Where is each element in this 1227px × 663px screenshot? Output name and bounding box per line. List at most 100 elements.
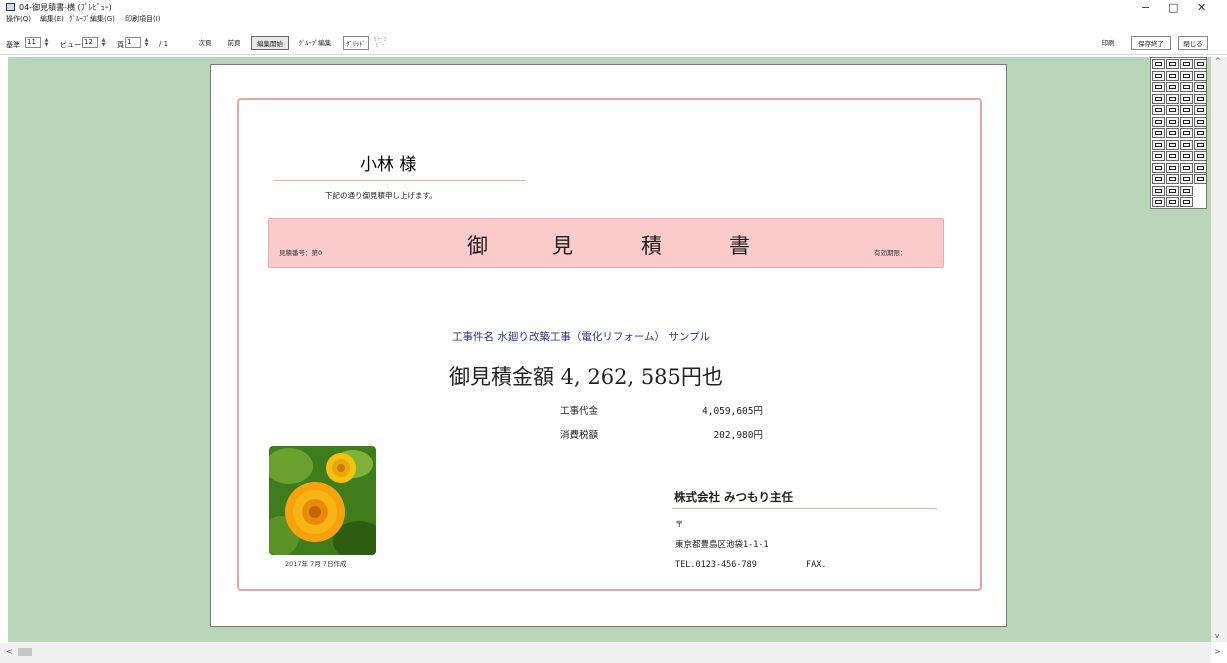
palette-tool-icon[interactable] (1166, 151, 1179, 161)
palette-tool-icon[interactable] (1166, 185, 1179, 196)
palette-tool-icon[interactable] (1194, 128, 1207, 138)
palette-tool-icon[interactable] (1180, 70, 1193, 81)
prev-page-button[interactable]: 前頁 (224, 36, 244, 50)
palette-tool-icon[interactable] (1180, 82, 1193, 92)
palette-tool-icon[interactable] (1180, 139, 1193, 150)
grid-button[interactable]: ｸﾞﾘｯﾄﾞ (343, 36, 369, 50)
palette-tool-icon[interactable] (1194, 116, 1207, 127)
palette-tool-icon[interactable] (1152, 162, 1165, 173)
palette-tool-icon[interactable] (1152, 185, 1165, 196)
palette-tool-icon[interactable] (1166, 139, 1179, 150)
palette-tool-icon[interactable] (1194, 162, 1207, 173)
company-tel: TEL.0123-456-789 (675, 560, 757, 570)
construction-cost-value: 4,059,605円 (702, 406, 763, 417)
palette-tool-icon[interactable] (1194, 151, 1207, 161)
postal-mark: 〒 (675, 520, 684, 530)
palette-tool-icon[interactable] (1194, 139, 1207, 150)
menu-print-items[interactable]: 印刷項目(I) (125, 14, 161, 24)
palette-tool-icon[interactable] (1166, 105, 1179, 115)
tax-label: 消費税額 (560, 430, 599, 441)
doc-title-char: 御 (467, 234, 488, 258)
palette-tool-icon[interactable] (1166, 70, 1179, 81)
edit-start-button[interactable]: 編集開始 (251, 36, 289, 50)
palette-tool-icon[interactable] (1180, 151, 1193, 161)
palette-tool-icon[interactable] (1180, 105, 1193, 115)
palette-tool-icon[interactable] (1166, 128, 1179, 138)
scroll-left-icon[interactable]: < (6, 647, 13, 656)
palette-tool-icon[interactable] (1152, 82, 1165, 92)
page-total: / 1 (159, 40, 169, 48)
creation-date: 2017年 7月 7日作成 (285, 560, 347, 568)
palette-tool-icon[interactable] (1180, 197, 1193, 207)
palette-tool-icon[interactable] (1194, 82, 1207, 92)
palette-tool-icon[interactable] (1152, 59, 1165, 69)
palette-tool-icon[interactable] (1152, 174, 1165, 184)
palette-tool-icon[interactable] (1152, 197, 1165, 207)
view-label: ビュー (60, 41, 81, 49)
palette-tool-icon[interactable] (1152, 93, 1165, 104)
palette-tool-icon[interactable] (1180, 185, 1193, 196)
palette-tool-icon[interactable] (1180, 162, 1193, 173)
page-spinner[interactable]: 1 (125, 37, 141, 48)
company-underline (672, 508, 937, 509)
palette-tool-icon[interactable] (1166, 93, 1179, 104)
palette-tool-icon[interactable] (1166, 197, 1179, 207)
scroll-right-icon[interactable]: > (1214, 647, 1221, 656)
palette-tool-icon[interactable] (1152, 105, 1165, 115)
doc-title-char: 書 (729, 234, 750, 258)
close-window-button[interactable]: ✕ (1197, 2, 1206, 14)
close-button[interactable]: 閉じる (1178, 36, 1208, 50)
palette-tool-icon[interactable] (1180, 116, 1193, 127)
palette-tool-icon[interactable] (1152, 151, 1165, 161)
doc-title-char: 見 (552, 234, 573, 258)
next-page-button[interactable]: 次頁 (195, 36, 215, 50)
palette-tool-icon[interactable] (1180, 93, 1193, 104)
palette-tool-icon[interactable] (1166, 82, 1179, 92)
scroll-up-icon[interactable]: ^ (1215, 57, 1221, 65)
palette-tool-icon[interactable] (1194, 59, 1207, 69)
palette-tool-icon[interactable] (1194, 174, 1207, 184)
palette-tool-icon[interactable] (1194, 93, 1207, 104)
addressee: 小林 様 (360, 155, 417, 175)
palette-tool-icon[interactable] (1152, 116, 1165, 127)
group-edit-button[interactable]: ｸﾞﾙｰﾌﾟ編集 (295, 36, 335, 50)
dandelion-photo (269, 446, 376, 555)
palette-tool-icon[interactable] (1180, 128, 1193, 138)
menu-edit[interactable]: 編集(E) (40, 14, 64, 24)
palette-tool-icon[interactable] (1166, 116, 1179, 127)
addressee-underline (273, 180, 526, 181)
construction-cost-label: 工事代金 (560, 406, 599, 417)
view-spinner-arrows[interactable]: ▲ ▼ (100, 38, 107, 48)
minimize-button[interactable]: − (1141, 2, 1150, 14)
palette-tool-icon[interactable] (1166, 162, 1179, 173)
app-icon (6, 3, 15, 11)
palette-tool-icon[interactable] (1180, 59, 1193, 69)
palette-tool-icon[interactable] (1152, 139, 1165, 150)
palette-tool-icon[interactable] (1166, 59, 1179, 69)
base-spinner-arrows[interactable]: ▲ ▼ (43, 38, 50, 48)
base-spinner[interactable]: 11 (25, 37, 41, 48)
color-copy-button[interactable]: ｶﾗｰ ｺﾋﾟｰ (371, 36, 389, 50)
menu-group-edit[interactable]: ｸﾞﾙｰﾌﾟ編集(G) (69, 14, 115, 24)
palette-tool-icon[interactable] (1194, 70, 1207, 81)
scroll-down-icon[interactable]: v (1215, 632, 1219, 640)
palette-tool-icon[interactable] (1180, 174, 1193, 184)
save-exit-button[interactable]: 保存終了 (1131, 36, 1171, 50)
tool-palette (1150, 57, 1207, 209)
page-spinner-arrows[interactable]: ▲ ▼ (143, 38, 150, 48)
palette-tool-icon[interactable] (1152, 128, 1165, 138)
palette-tool-icon[interactable] (1194, 105, 1207, 115)
title-band (268, 218, 944, 268)
horizontal-scroll-thumb[interactable] (18, 648, 32, 656)
horizontal-scrollbar[interactable]: < > (0, 643, 1221, 663)
print-button[interactable]: 印刷 (1097, 36, 1119, 50)
maximize-button[interactable]: □ (1168, 2, 1178, 14)
vertical-scrollbar[interactable]: ^ v (1211, 57, 1227, 642)
view-spinner[interactable]: 12 (82, 37, 98, 48)
menu-operation[interactable]: 操作(Q) (6, 14, 31, 24)
window-title: 04-御見積書-横 (ﾌﾟﾚﾋﾞｭｰ) (19, 3, 112, 12)
company-address: 東京都豊島区池袋1-1-1 (675, 540, 769, 550)
palette-tool-icon[interactable] (1166, 174, 1179, 184)
palette-tool-icon[interactable] (1152, 70, 1165, 81)
tax-value: 202,980円 (713, 430, 763, 441)
